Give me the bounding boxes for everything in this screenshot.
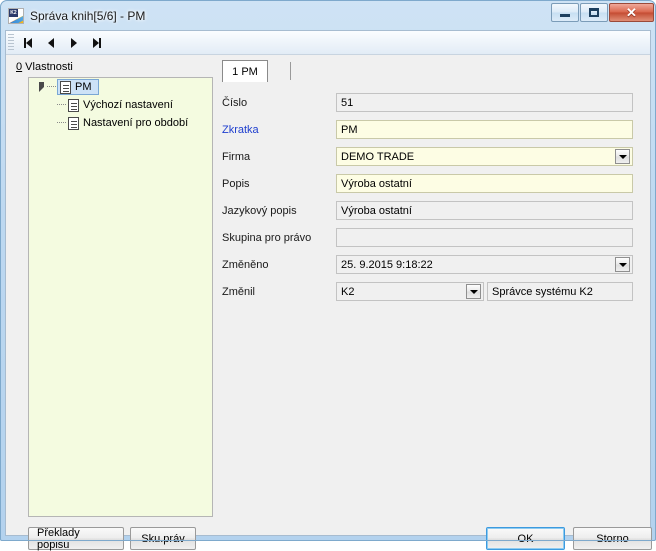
tree-node-pm-content[interactable]: PM: [57, 79, 99, 95]
chevron-down-icon: [618, 154, 627, 159]
previous-record-icon: [47, 37, 54, 48]
label-skupina-pro-pravo: Skupina pro právo: [222, 231, 312, 244]
tree-node-pm-label: PM: [75, 81, 92, 93]
label-zkratka: Zkratka: [222, 123, 259, 136]
close-button[interactable]: ✕: [609, 3, 654, 22]
tree-node-default-settings-label: Výchozí nastavení: [83, 99, 173, 111]
client-area: 0 Vlastnosti PM Výchozí nastavení Nastav…: [5, 30, 652, 551]
collapse-arrow-icon[interactable]: [35, 82, 47, 92]
field-zkratka[interactable]: PM: [336, 120, 633, 139]
next-record-button[interactable]: [62, 33, 85, 53]
zmeneno-dropdown-button[interactable]: [615, 257, 630, 272]
tab-divider: [290, 62, 291, 80]
properties-tree[interactable]: PM Výchozí nastavení Nastavení pro obdob…: [28, 77, 213, 517]
translate-description-label: Překlady popisu: [37, 526, 80, 551]
field-zmeneno[interactable]: 25. 9.2015 9:18:22: [336, 255, 633, 274]
field-cislo-value: 51: [341, 96, 354, 109]
toolbar-grip[interactable]: [8, 33, 14, 52]
maximize-icon: [589, 8, 599, 17]
tree-panel-label-text: Vlastnosti: [22, 61, 73, 73]
field-zmenil-user-value: K2: [341, 285, 355, 298]
field-firma-value: DEMO TRADE: [341, 150, 415, 163]
field-popis-value: Výroba ostatní: [341, 177, 412, 190]
form-row-zmeneno: Změněno 25. 9.2015 9:18:22: [222, 251, 642, 278]
previous-record-button[interactable]: [39, 33, 62, 53]
label-cislo: Číslo: [222, 96, 248, 109]
first-record-icon: [23, 37, 32, 48]
tree-node-period-settings[interactable]: Nastavení pro období: [29, 114, 212, 132]
tree-node-period-settings-content[interactable]: Nastavení pro období: [67, 114, 189, 131]
form-row-cislo: Číslo 51: [222, 89, 642, 116]
minimize-icon: [560, 14, 570, 17]
ok-button[interactable]: OK: [486, 527, 565, 550]
window-controls: ✕: [551, 3, 654, 22]
label-zmeneno: Změněno: [222, 258, 269, 271]
form-row-jazykovy-popis: Jazykový popis Výroba ostatní: [222, 197, 642, 224]
tree-connector: [47, 86, 56, 88]
label-firma: Firma: [222, 150, 251, 163]
firma-dropdown-button[interactable]: [615, 149, 630, 164]
field-zmenil-fullname[interactable]: Správce systému K2: [487, 282, 633, 301]
tree-panel-label: 0 Vlastnosti: [16, 61, 73, 73]
field-jazykovy-popis[interactable]: Výroba ostatní: [336, 201, 633, 220]
field-zmenil-user[interactable]: K2: [336, 282, 484, 301]
field-firma[interactable]: DEMO TRADE: [336, 147, 633, 166]
label-jazykovy-popis: Jazykový popis: [222, 204, 297, 217]
tree-node-default-settings[interactable]: Výchozí nastavení: [29, 96, 212, 114]
minimize-button[interactable]: [551, 3, 579, 22]
tree-node-pm[interactable]: PM: [29, 78, 212, 96]
form-row-firma: Firma DEMO TRADE: [222, 143, 642, 170]
field-zkratka-value: PM: [341, 123, 358, 136]
document-icon: [60, 80, 71, 94]
last-record-icon: [92, 37, 101, 48]
rights-group-label: Sku.práv: [141, 532, 185, 545]
close-icon: ✕: [626, 5, 637, 20]
application-window: K2 Správa knih[5/6] - PM ✕ 0 Vlastnosti …: [0, 0, 656, 551]
chevron-down-icon: [618, 262, 627, 267]
label-zmenil: Změnil: [222, 285, 256, 298]
tab-1-pm[interactable]: 1 PM: [222, 60, 268, 82]
form-row-popis: Popis Výroba ostatní: [222, 170, 642, 197]
navigation-toolbar: [6, 31, 650, 55]
field-jazykovy-popis-value: Výroba ostatní: [341, 204, 412, 217]
document-icon: [68, 98, 79, 112]
field-skupina-pro-pravo[interactable]: [336, 228, 633, 247]
tree-node-default-settings-content[interactable]: Výchozí nastavení: [67, 97, 173, 113]
form-row-zmenil: Změnil K2 Správce systému K2: [222, 278, 642, 305]
next-record-icon: [70, 37, 77, 48]
field-cislo[interactable]: 51: [336, 93, 633, 112]
last-record-button[interactable]: [85, 33, 108, 53]
tab-1-pm-label: 1 PM: [232, 65, 258, 78]
ok-label: OK: [517, 532, 534, 545]
chevron-down-icon: [469, 289, 478, 294]
translate-description-button[interactable]: Překlady popisu: [28, 526, 124, 551]
form-row-skupina-pro-pravo: Skupina pro právo: [222, 224, 642, 251]
cancel-button[interactable]: Storno: [573, 527, 652, 550]
field-zmeneno-value: 25. 9.2015 9:18:22: [341, 258, 433, 271]
tree-node-period-settings-label: Nastavení pro období: [83, 117, 189, 129]
tree-connector: [57, 104, 66, 106]
zmenil-dropdown-button[interactable]: [466, 284, 481, 299]
tree-connector: [57, 122, 66, 124]
label-popis: Popis: [222, 177, 250, 190]
cancel-label: Storno: [596, 532, 629, 545]
form-row-zkratka: Zkratka PM: [222, 116, 642, 143]
k2-app-icon: K2: [8, 8, 24, 24]
rights-group-button[interactable]: Sku.práv: [130, 527, 196, 550]
window-title: Správa knih[5/6] - PM: [30, 9, 146, 23]
maximize-button[interactable]: [580, 3, 608, 22]
tab-strip: 1 PM: [222, 60, 642, 82]
field-popis[interactable]: Výroba ostatní: [336, 174, 633, 193]
first-record-button[interactable]: [16, 33, 39, 53]
documents-stack-icon: [68, 114, 82, 130]
field-zmenil-fullname-value: Správce systému K2: [492, 285, 593, 298]
detail-form: Číslo 51 Zkratka PM Firma DEMO TRADE Pop…: [222, 89, 642, 305]
